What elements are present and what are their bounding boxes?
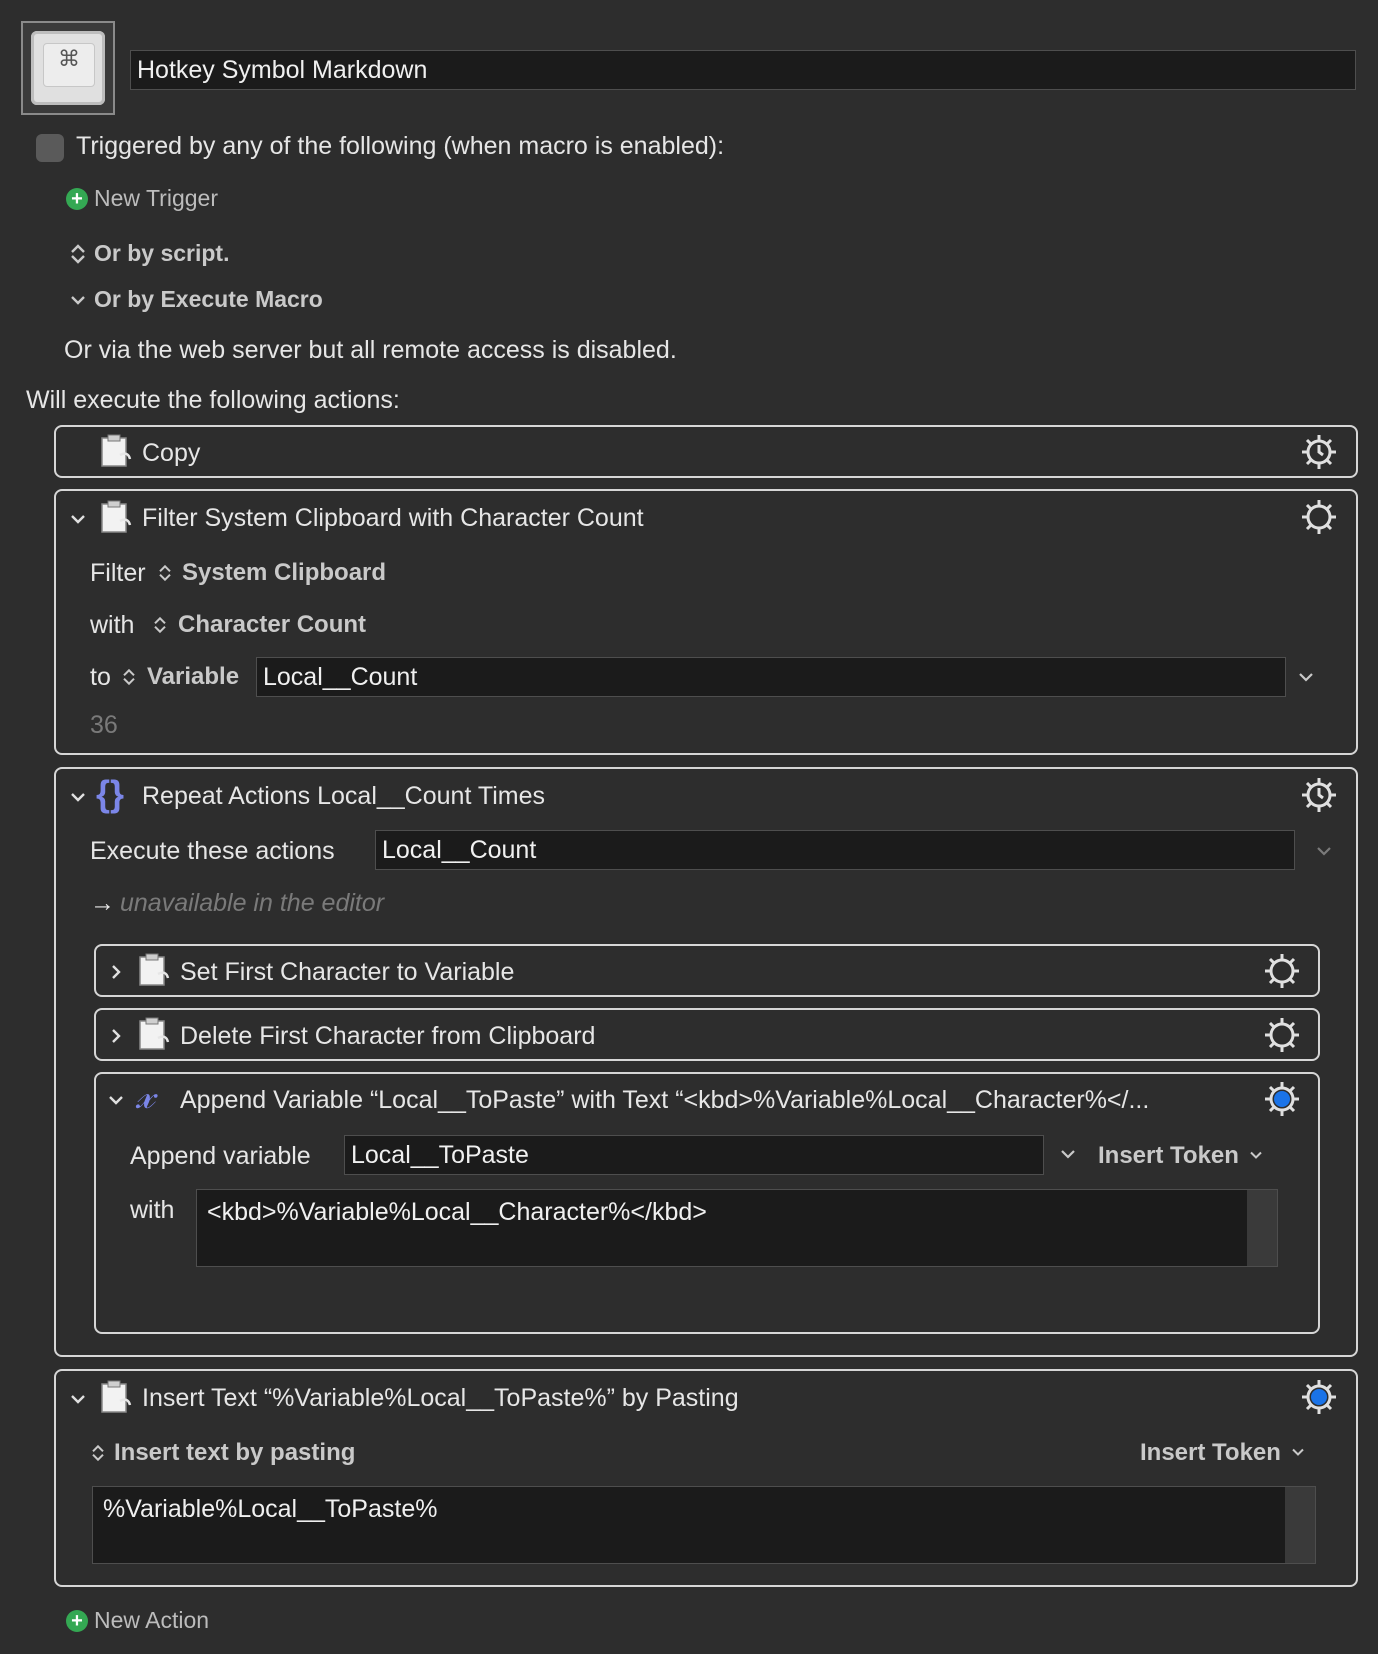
new-action-icon[interactable]: + xyxy=(66,1610,88,1632)
append-variable-label: Append variable xyxy=(130,1142,311,1170)
updown-chevron-icon[interactable] xyxy=(66,242,90,266)
execute-label: Execute these actions xyxy=(90,837,335,865)
chevron-down-icon[interactable] xyxy=(1288,1441,1308,1463)
gear-blue-icon[interactable] xyxy=(1299,1377,1339,1417)
action-insert-text[interactable]: Insert Text “%Variable%Local__ToPaste%” … xyxy=(54,1369,1358,1587)
action-title: Append Variable “Local__ToPaste” with Te… xyxy=(180,1086,1150,1114)
variable-x-icon: 𝓍 xyxy=(136,1072,155,1118)
trigger-header: Triggered by any of the following (when … xyxy=(76,132,725,160)
updown-chevron-icon[interactable] xyxy=(150,613,170,637)
or-by-script-toggle[interactable]: Or by script. xyxy=(94,240,229,267)
action-copy[interactable]: Copy xyxy=(54,425,1358,478)
keyboard-key-icon: ⌘ xyxy=(31,31,105,105)
updown-chevron-icon[interactable] xyxy=(119,665,139,689)
append-variable-field[interactable]: Local__ToPaste xyxy=(344,1135,1044,1175)
or-by-execute-macro-toggle[interactable]: Or by Execute Macro xyxy=(94,286,323,313)
clipboard-icon xyxy=(139,953,170,986)
gear-icon[interactable] xyxy=(1299,497,1339,537)
append-text-area[interactable]: <kbd>%Variable%Local__Character%</kbd> xyxy=(196,1189,1278,1267)
action-title: Copy xyxy=(142,439,201,467)
action-append-variable[interactable]: 𝓍 Append Variable “Local__ToPaste” with … xyxy=(94,1072,1320,1334)
clipboard-icon xyxy=(101,1380,132,1413)
chevron-down-icon[interactable] xyxy=(66,785,90,809)
chevron-down-icon[interactable] xyxy=(66,507,90,531)
chevron-down-icon[interactable] xyxy=(66,1387,90,1411)
chevron-down-icon[interactable] xyxy=(1312,839,1336,863)
variable-name-field[interactable]: Local__Count xyxy=(256,657,1286,697)
insert-text: %Variable%Local__ToPaste% xyxy=(103,1495,438,1523)
chevron-down-icon[interactable] xyxy=(1294,665,1318,689)
append-text: <kbd>%Variable%Local__Character%</kbd> xyxy=(207,1198,707,1226)
action-set-first-character[interactable]: Set First Character to Variable xyxy=(94,944,1320,997)
insert-token-button[interactable]: Insert Token xyxy=(1140,1439,1281,1467)
gear-icon[interactable] xyxy=(1262,1015,1302,1055)
action-title: Delete First Character from Clipboard xyxy=(180,1022,596,1050)
actions-header: Will execute the following actions: xyxy=(26,386,400,414)
clipboard-icon xyxy=(139,1017,170,1050)
insert-text-area[interactable]: %Variable%Local__ToPaste% xyxy=(92,1486,1316,1564)
repeat-braces-icon: {} xyxy=(96,773,125,814)
destination-popup[interactable]: Variable xyxy=(147,663,239,691)
arrow-right-icon: → xyxy=(90,889,115,917)
command-glyph: ⌘ xyxy=(43,43,95,87)
insert-token-button[interactable]: Insert Token xyxy=(1098,1142,1239,1170)
clipboard-icon xyxy=(101,434,132,467)
chevron-right-icon[interactable] xyxy=(104,960,128,984)
action-title: Insert Text “%Variable%Local__ToPaste%” … xyxy=(142,1384,739,1412)
gear-clock-icon[interactable] xyxy=(1299,775,1339,815)
to-label: to xyxy=(90,663,111,691)
updown-chevron-icon[interactable] xyxy=(155,561,175,585)
new-trigger-icon[interactable]: + xyxy=(66,188,88,210)
filter-source-popup[interactable]: System Clipboard xyxy=(182,559,386,587)
with-label: with xyxy=(90,611,135,639)
new-trigger-button[interactable]: New Trigger xyxy=(94,185,218,212)
action-delete-first-character[interactable]: Delete First Character from Clipboard xyxy=(94,1008,1320,1061)
macro-icon-well[interactable]: ⌘ xyxy=(21,21,115,115)
chevron-right-icon[interactable] xyxy=(104,1024,128,1048)
web-server-note: Or via the web server but all remote acc… xyxy=(64,336,677,364)
action-filter[interactable]: Filter System Clipboard with Character C… xyxy=(54,489,1358,755)
clipboard-icon xyxy=(101,500,132,533)
scrollbar[interactable] xyxy=(1285,1487,1315,1563)
action-title: Filter System Clipboard with Character C… xyxy=(142,504,644,532)
gear-icon[interactable] xyxy=(1262,951,1302,991)
with-label: with xyxy=(130,1196,175,1224)
scrollbar[interactable] xyxy=(1247,1190,1277,1266)
unavailable-note: unavailable in the editor xyxy=(120,889,385,917)
filter-type-popup[interactable]: Character Count xyxy=(178,611,366,639)
filter-label: Filter xyxy=(90,559,146,587)
macro-name-field[interactable]: Hotkey Symbol Markdown xyxy=(130,50,1356,90)
action-title: Repeat Actions Local__Count Times xyxy=(142,782,546,810)
trigger-checkbox[interactable] xyxy=(36,134,64,162)
chevron-down-icon[interactable] xyxy=(66,288,90,312)
chevron-down-icon[interactable] xyxy=(1246,1144,1266,1166)
action-repeat[interactable]: {} Repeat Actions Local__Count Times Exe… xyxy=(54,767,1358,1357)
gear-clock-icon[interactable] xyxy=(1299,432,1339,472)
chevron-down-icon[interactable] xyxy=(1056,1142,1080,1166)
updown-chevron-icon[interactable] xyxy=(88,1441,108,1465)
chevron-down-icon[interactable] xyxy=(104,1088,128,1112)
new-action-button[interactable]: New Action xyxy=(94,1607,209,1634)
action-title: Set First Character to Variable xyxy=(180,958,515,986)
insert-mode-popup[interactable]: Insert text by pasting xyxy=(114,1439,355,1467)
filter-preview: 36 xyxy=(90,711,118,739)
gear-blue-icon[interactable] xyxy=(1262,1079,1302,1119)
repeat-count-field[interactable]: Local__Count xyxy=(375,830,1295,870)
